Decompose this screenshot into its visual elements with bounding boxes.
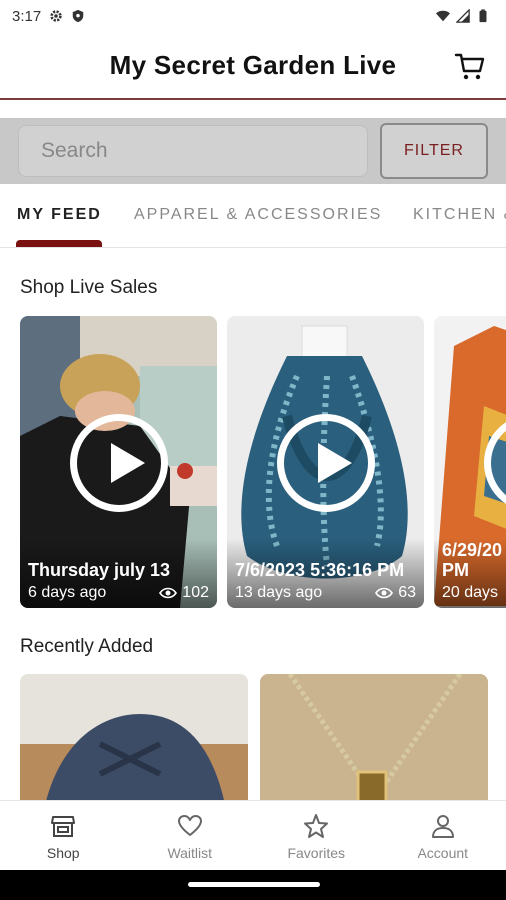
- filter-button[interactable]: FILTER: [380, 123, 488, 179]
- system-navigation-bar: [0, 870, 506, 900]
- signal-icon: [456, 9, 470, 23]
- nav-account[interactable]: Account: [380, 801, 506, 870]
- nav-shop[interactable]: Shop: [0, 801, 127, 870]
- play-icon[interactable]: [70, 414, 168, 512]
- shop-icon: [51, 816, 76, 837]
- account-icon: [431, 815, 454, 838]
- tab-apparel-accessories[interactable]: APPAREL & ACCESSORIES: [134, 206, 382, 224]
- live-sale-card[interactable]: 6/29/20 PM 20 days: [434, 316, 506, 608]
- page-title: My Secret Garden Live: [109, 49, 397, 80]
- tab-kitchen[interactable]: KITCHEN &: [413, 206, 506, 224]
- recent-item-card[interactable]: [20, 674, 248, 802]
- battery-icon: [479, 9, 487, 23]
- status-time: 3:17: [12, 7, 42, 25]
- home-gesture-handle[interactable]: [188, 882, 320, 887]
- shield-icon: [72, 9, 84, 23]
- search-input[interactable]: [18, 125, 368, 177]
- nav-favorites[interactable]: Favorites: [253, 801, 380, 870]
- eye-icon: [159, 587, 178, 599]
- live-sale-title: Thursday july 13: [28, 560, 171, 580]
- live-sale-card[interactable]: Thursday july 13 6 days ago 102: [20, 316, 217, 608]
- play-icon[interactable]: [277, 414, 375, 512]
- live-sales-heading: Shop Live Sales: [20, 277, 158, 298]
- view-count: 102: [182, 584, 209, 601]
- app-bar: My Secret Garden Live: [0, 32, 506, 100]
- wifi-icon: [436, 10, 450, 22]
- eye-icon: [375, 587, 394, 599]
- recently-added-carousel: [20, 674, 506, 802]
- recent-item-card[interactable]: [260, 674, 488, 802]
- live-sales-carousel: Thursday july 13 6 days ago 102 7/6/2023…: [20, 316, 506, 608]
- recently-added-heading: Recently Added: [20, 636, 154, 657]
- live-sale-title: 6/29/20 PM: [442, 540, 503, 580]
- recent-item-image: [20, 674, 248, 802]
- view-count: 63: [398, 584, 416, 601]
- live-sale-age: 20 days: [442, 584, 499, 601]
- status-bar: 3:17: [0, 0, 506, 32]
- nav-waitlist[interactable]: Waitlist: [127, 801, 254, 870]
- nav-label: Account: [417, 845, 469, 861]
- heart-icon: [177, 815, 202, 836]
- bottom-navigation: Shop Waitlist Favorites Account: [0, 800, 506, 870]
- search-bar: FILTER: [0, 118, 506, 184]
- cart-icon[interactable]: [454, 50, 486, 82]
- live-sale-card[interactable]: 7/6/2023 5:36:16 PM 13 days ago 63: [227, 316, 424, 608]
- nav-label: Favorites: [287, 845, 346, 861]
- settings-icon: [50, 10, 62, 22]
- recent-item-image: [260, 674, 488, 802]
- live-sale-age: 13 days ago: [235, 584, 323, 601]
- star-icon: [304, 814, 329, 838]
- category-tabs: MY FEED APPAREL & ACCESSORIES KITCHEN &: [0, 184, 506, 248]
- tab-my-feed[interactable]: MY FEED: [17, 206, 102, 224]
- nav-label: Shop: [46, 845, 80, 861]
- live-sale-age: 6 days ago: [28, 584, 107, 601]
- active-tab-indicator: [16, 240, 102, 247]
- live-sale-title: 7/6/2023 5:36:16 PM: [235, 560, 405, 580]
- nav-label: Waitlist: [167, 845, 213, 861]
